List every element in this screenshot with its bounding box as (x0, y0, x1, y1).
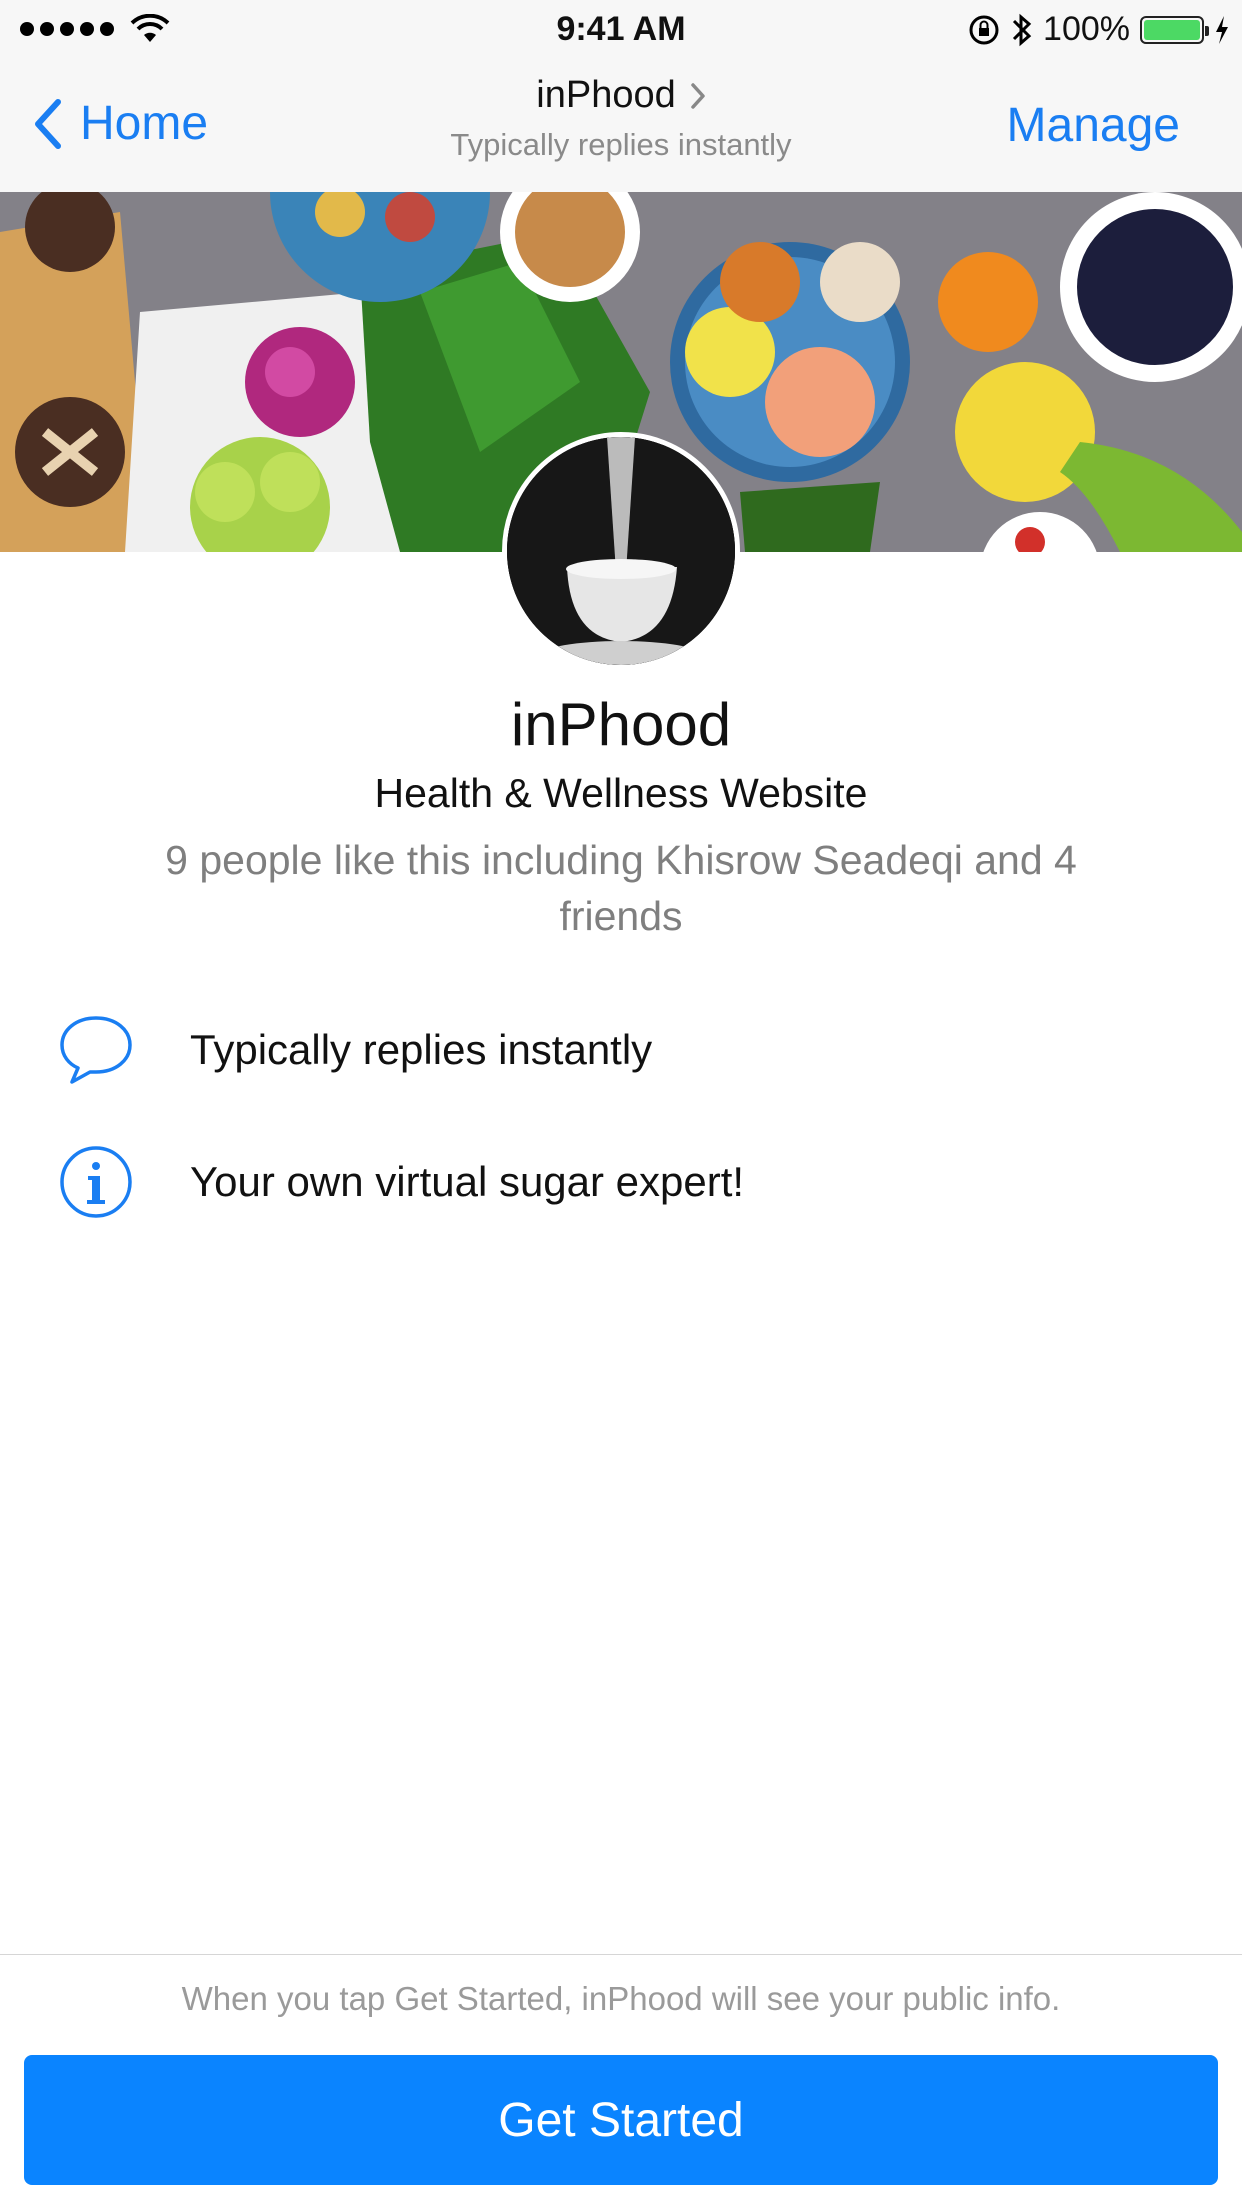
about-text: Your own virtual sugar expert! (190, 1158, 745, 1205)
likes-summary: 9 people like this including Khisrow Sea… (165, 837, 1077, 939)
manage-button[interactable]: Manage (1007, 98, 1180, 153)
info-icon (58, 1144, 134, 1220)
nav-title: inPhood (536, 74, 676, 116)
chevron-right-icon (690, 82, 705, 109)
bluetooth-icon (1012, 13, 1032, 46)
navigation-bar: Home inPhood Typically replies instantly… (0, 62, 1242, 193)
get-started-button[interactable]: Get Started (24, 2055, 1218, 2185)
battery-percent: 100% (1043, 10, 1130, 48)
response-time-row: Typically replies instantly (58, 1012, 1202, 1088)
rotation-lock-icon (969, 15, 999, 44)
chat-bubble-icon (58, 1012, 134, 1088)
page-name: inPhood (510, 691, 732, 758)
battery-icon (1140, 15, 1209, 44)
charging-icon (1216, 15, 1228, 44)
status-right: 100% (967, 10, 1230, 49)
page-category: Health & Wellness Website (374, 770, 868, 816)
status-bar: 9:41 AM 100% (0, 0, 1242, 62)
footer-divider (0, 1954, 1242, 1955)
profile-avatar (502, 432, 740, 670)
privacy-disclaimer: When you tap Get Started, inPhood will s… (181, 1980, 1061, 2017)
about-row: Your own virtual sugar expert! (58, 1144, 1202, 1220)
response-time-text: Typically replies instantly (190, 1026, 653, 1073)
